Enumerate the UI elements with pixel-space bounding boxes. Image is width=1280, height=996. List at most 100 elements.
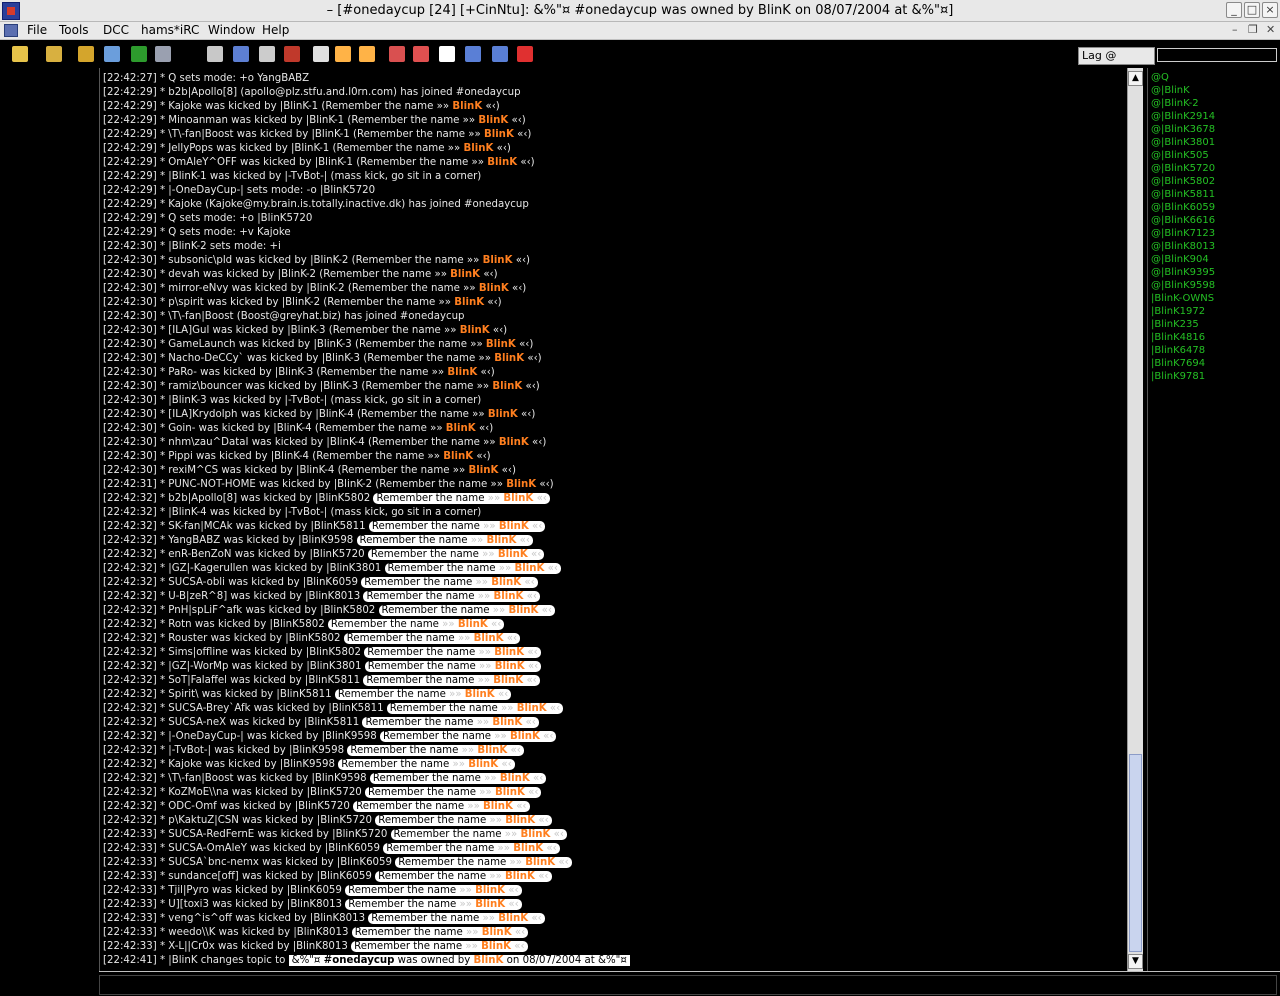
- message-text: * Q sets mode: +o |BlinK5720: [156, 213, 313, 224]
- highlight-name: BlinK: [459, 325, 490, 336]
- notes-icon[interactable]: [439, 46, 455, 62]
- message-text: * Kajoke was kicked by |BlinK9598: [156, 759, 339, 770]
- mdi-minimize-button[interactable]: –: [1232, 23, 1238, 36]
- chat-line: [22:42:30] * subsonic\pld was kicked by …: [103, 254, 530, 268]
- message-input[interactable]: [99, 975, 1277, 995]
- title-bar: – [#onedaycup [24] [+CinNtu]: &%"¤ #oned…: [0, 0, 1280, 22]
- menu-dcc[interactable]: DCC: [103, 23, 129, 37]
- chat-line: [22:42:33] * SUCSA`bnc-nemx was kicked b…: [103, 856, 572, 870]
- nick-list-item[interactable]: |BlinK1972: [1151, 305, 1205, 318]
- chat-line: [22:42:29] * Minoanman was kicked by |Bl…: [103, 114, 526, 128]
- nick-list-item[interactable]: |BlinK7694: [1151, 357, 1205, 370]
- nick-list-item[interactable]: |BlinK6478: [1151, 344, 1205, 357]
- colors-icon[interactable]: [284, 46, 300, 62]
- timestamp: [22:42:30]: [103, 367, 157, 378]
- scroll-down-arrow-icon[interactable]: ▼: [1128, 954, 1143, 969]
- scripts-icon[interactable]: [104, 46, 120, 62]
- timestamp: [22:42:29]: [103, 199, 157, 210]
- scroll-thumb[interactable]: [1129, 754, 1142, 952]
- nick-list-item[interactable]: @|BlinK: [1151, 84, 1190, 97]
- kick-reason-text: Remember the name: [372, 773, 481, 784]
- nick-list-item[interactable]: @|BlinK5802: [1151, 175, 1215, 188]
- highlight-name: BlinK: [487, 409, 518, 420]
- nick-list-item[interactable]: @|BlinK6616: [1151, 214, 1215, 227]
- nick-list-item[interactable]: |BlinK4816: [1151, 331, 1205, 344]
- remote-icon[interactable]: [207, 46, 223, 62]
- message-text: * SUCSA`bnc-nemx was kicked by |BlinK605…: [156, 857, 396, 868]
- connect-icon[interactable]: [12, 46, 28, 62]
- menu-tools[interactable]: Tools: [59, 23, 89, 37]
- notify-icon[interactable]: [313, 46, 329, 62]
- minimize-button[interactable]: _: [1226, 2, 1242, 18]
- timestamp: [22:42:32]: [103, 689, 157, 700]
- message-text: * Kajoke (Kajoke@my.brain.is.totally.ina…: [156, 199, 529, 210]
- dcc-send-icon[interactable]: [335, 46, 351, 62]
- kick-reason-text: Remember the name: [370, 549, 479, 560]
- timestamp: [22:42:33]: [103, 927, 157, 938]
- topic-part: was owned by: [394, 955, 474, 966]
- url-icon[interactable]: [233, 46, 249, 62]
- timestamp: [22:42:30]: [103, 283, 157, 294]
- chat-line: [22:42:32] * U-B|zeR^8] was kicked by |B…: [103, 590, 540, 604]
- nick-list-item[interactable]: @|BlinK5720: [1151, 162, 1215, 175]
- nick-list-item[interactable]: @|BlinK2914: [1151, 110, 1215, 123]
- cascade-icon[interactable]: [492, 46, 508, 62]
- nick-list-item[interactable]: |BlinK235: [1151, 318, 1199, 331]
- dcc-chat-icon[interactable]: [359, 46, 375, 62]
- chat-line: [22:42:32] * |GZ|-Kagerullen was kicked …: [103, 562, 561, 576]
- options-icon[interactable]: [46, 46, 62, 62]
- channels-icon[interactable]: [389, 46, 405, 62]
- nick-list-item[interactable]: @Q: [1151, 71, 1169, 84]
- menu-file[interactable]: File: [27, 23, 47, 37]
- mdi-close-button[interactable]: ✕: [1266, 23, 1275, 36]
- message-text: «‹): [512, 255, 530, 266]
- nick-list-item[interactable]: @|BlinK3678: [1151, 123, 1215, 136]
- help-icon[interactable]: [517, 46, 533, 62]
- aliases-icon[interactable]: [131, 46, 147, 62]
- kick-reason: Remember the name »» BlinK «‹: [343, 633, 521, 644]
- scroll-up-arrow-icon[interactable]: ▲: [1128, 71, 1143, 86]
- log-icon[interactable]: [413, 46, 429, 62]
- chat-line: [22:42:33] * weedo\\K was kicked by |Bli…: [103, 926, 529, 940]
- kick-reason: Remember the name »» BlinK «‹: [383, 843, 560, 854]
- maximize-button[interactable]: □: [1244, 2, 1260, 18]
- kick-reason: Remember the name »» BlinK «‹: [327, 619, 505, 630]
- kick-reason-text: Remember the name: [389, 703, 498, 714]
- nick-list-item[interactable]: @|BlinK9395: [1151, 266, 1215, 279]
- nick-list-item[interactable]: @|BlinK7123: [1151, 227, 1215, 240]
- folder-icon[interactable]: [78, 46, 94, 62]
- nick-list: @Q @|BlinK @|BlinK-2 @|BlinK2914 @|BlinK3678…: [1147, 68, 1280, 971]
- quote-arrows: »»: [449, 759, 469, 770]
- mdi-restore-button[interactable]: ❐: [1248, 23, 1258, 36]
- highlight-name: BlinK: [485, 339, 516, 350]
- popups-icon[interactable]: [155, 46, 171, 62]
- menu-hamsirc[interactable]: hams*iRC: [141, 23, 199, 37]
- nick-list-item[interactable]: @|BlinK505: [1151, 149, 1209, 162]
- close-button[interactable]: ×: [1262, 2, 1278, 18]
- nick-list-item[interactable]: @|BlinK6059: [1151, 201, 1215, 214]
- nick-list-item[interactable]: |BlinK9781: [1151, 370, 1205, 383]
- nick-list-item[interactable]: @|BlinK5811: [1151, 188, 1215, 201]
- timer-icon[interactable]: [259, 46, 275, 62]
- mdi-window-icon[interactable]: [4, 24, 18, 37]
- highlight-name: BlinK: [473, 955, 504, 966]
- quote-arrows: «‹: [507, 745, 521, 756]
- message-text: * PUNC-NOT-HOME was kicked by |BlinK-2 (…: [156, 479, 507, 490]
- message-text: * |BlinK-4 was kicked by |-TvBot-| (mass…: [156, 507, 482, 518]
- nick-list-item[interactable]: @|BlinK9598: [1151, 279, 1215, 292]
- nick-list-item[interactable]: @|BlinK8013: [1151, 240, 1215, 253]
- menu-window[interactable]: Window: [208, 23, 255, 37]
- nick-list-item[interactable]: @|BlinK904: [1151, 253, 1209, 266]
- menu-help[interactable]: Help: [262, 23, 289, 37]
- tile-icon[interactable]: [465, 46, 481, 62]
- nick-list-item[interactable]: @|BlinK-2: [1151, 97, 1199, 110]
- chat-line: [22:42:33] * veng^is^off was kicked by |…: [103, 912, 545, 926]
- nick-list-item[interactable]: @|BlinK3801: [1151, 136, 1215, 149]
- message-text: * Tjil|Pyro was kicked by |BlinK6059: [156, 885, 346, 896]
- quote-arrows: «‹: [498, 759, 512, 770]
- highlight-name: BlinK: [503, 493, 534, 504]
- message-text: * |GZ|-Kagerullen was kicked by |BlinK38…: [156, 563, 385, 574]
- chat-scrollbar[interactable]: ▲ ▼: [1127, 68, 1143, 971]
- nick-list-item[interactable]: |BlinK-OWNS: [1151, 292, 1214, 305]
- quote-arrows: »»: [486, 871, 506, 882]
